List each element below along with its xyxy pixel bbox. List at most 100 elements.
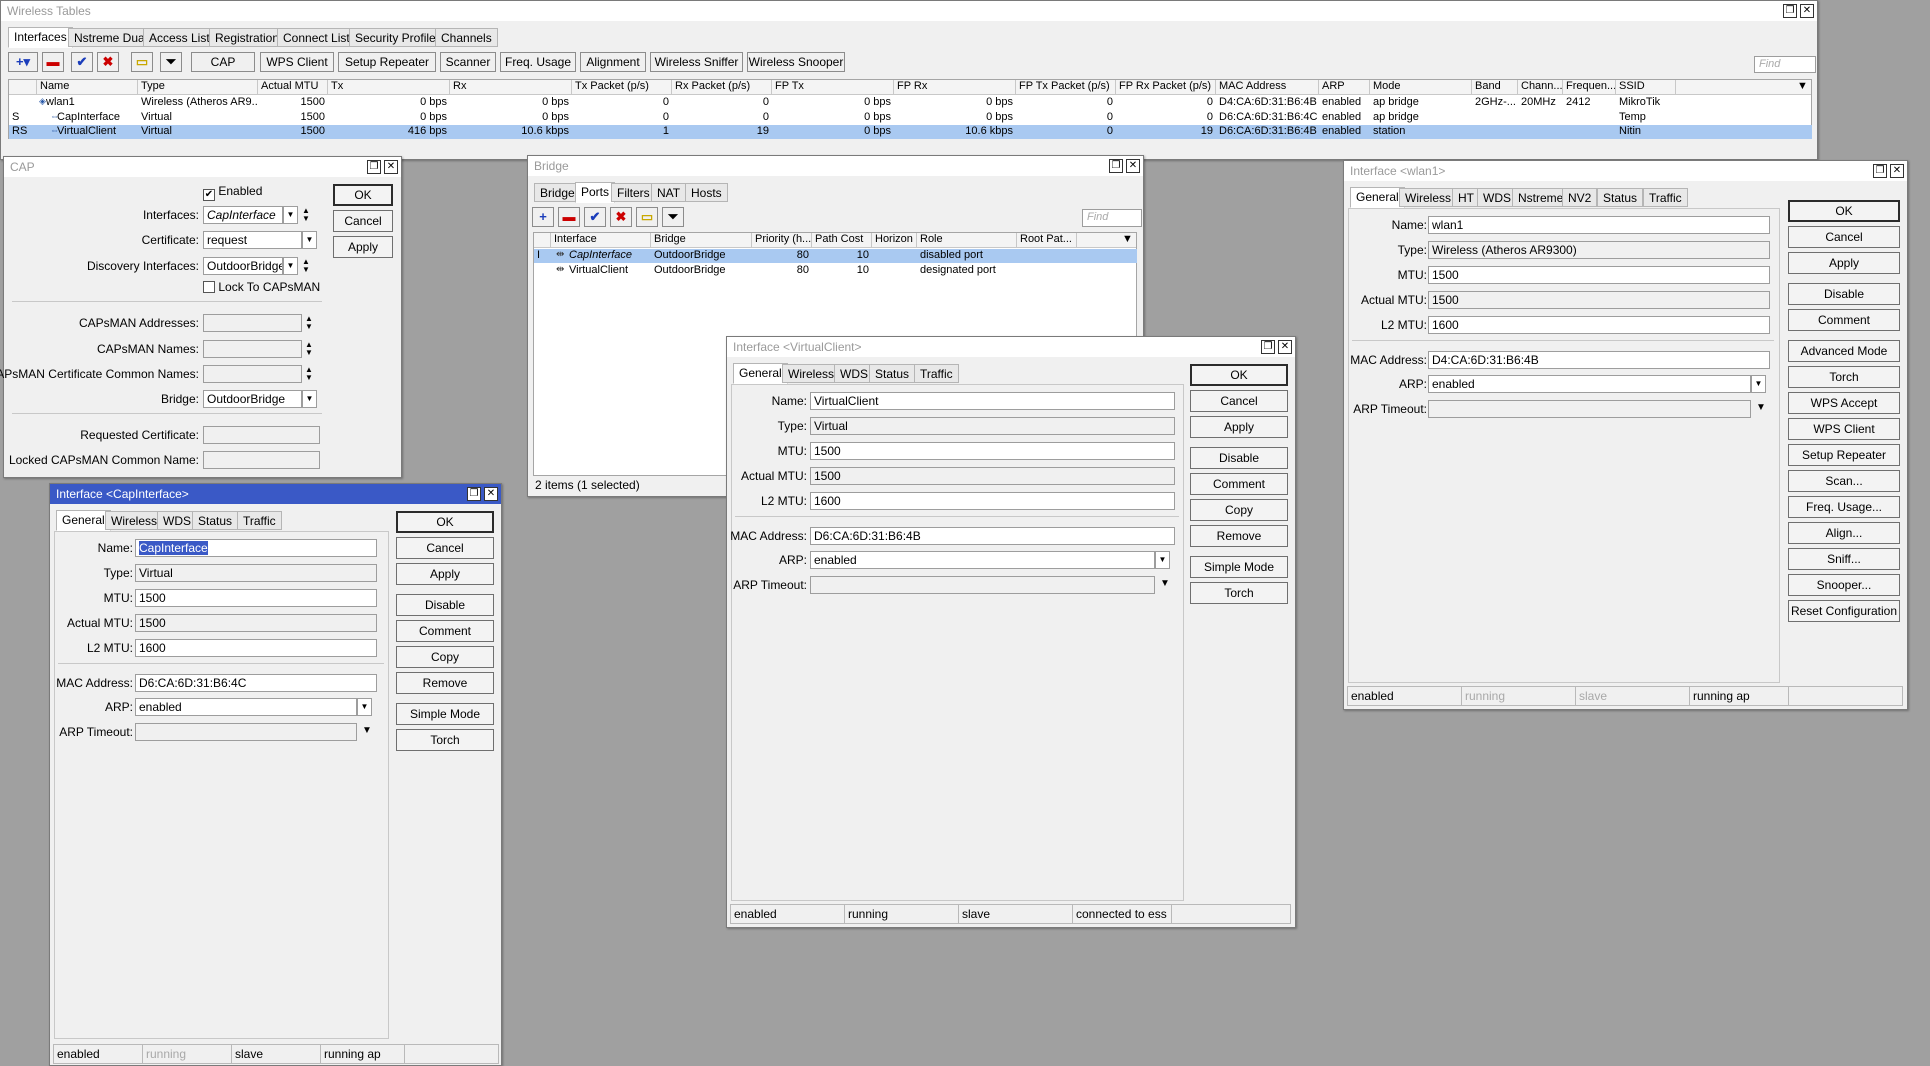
col-bridge[interactable]: Bridge [651, 233, 752, 247]
advanced-mode-button[interactable]: Advanced Mode [1788, 340, 1900, 362]
copy-button[interactable]: Copy [1190, 499, 1288, 521]
enabled-checkbox[interactable]: ✔ Enabled [203, 184, 262, 201]
remove-button[interactable]: Remove [1190, 525, 1288, 547]
dropdown-icon[interactable]: ▼ [302, 390, 317, 408]
mtu-field[interactable]: 1500 [1428, 266, 1770, 284]
updown-icon[interactable]: ▲ ▼ [302, 258, 310, 274]
freq-usage-button[interactable]: Freq. Usage... [1788, 496, 1900, 518]
restore-icon[interactable]: ❐ [1783, 4, 1797, 18]
interfaces-select[interactable]: CapInterface [203, 206, 283, 224]
col-name[interactable]: Name [37, 80, 138, 94]
torch-button[interactable]: Torch [1190, 582, 1288, 604]
add-icon[interactable]: + [532, 207, 554, 227]
table-row[interactable]: I CapInterface OutdoorBridge 80 10 disabled p… [534, 249, 1137, 263]
tab-traffic[interactable]: Traffic [237, 511, 282, 530]
tab-interfaces[interactable]: Interfaces [8, 27, 73, 48]
col-priority[interactable]: Priority (h... [752, 233, 812, 247]
tab-wds[interactable]: WDS [1477, 188, 1517, 207]
close-icon[interactable]: ✕ [1126, 159, 1140, 173]
wireless-snooper-button[interactable]: Wireless Snooper [747, 52, 845, 72]
discovery-interfaces-select[interactable]: OutdoorBridge [203, 257, 283, 275]
col-mode[interactable]: Mode [1370, 80, 1472, 94]
arp-select[interactable]: enabled [135, 698, 357, 716]
add-icon[interactable]: +▾ [8, 52, 38, 72]
arp-timeout-field[interactable] [810, 576, 1155, 594]
simple-mode-button[interactable]: Simple Mode [396, 703, 494, 725]
close-icon[interactable]: ✕ [1890, 164, 1904, 178]
disable-icon[interactable]: ✖ [610, 207, 632, 227]
dropdown-icon[interactable]: ▼ [302, 231, 317, 249]
col-actual-mtu[interactable]: Actual MTU [258, 80, 328, 94]
tab-access-list[interactable]: Access List [143, 28, 216, 47]
arp-timeout-field[interactable] [1428, 400, 1751, 418]
dropdown-icon[interactable]: ▼ [283, 206, 298, 224]
col-role[interactable]: Role [917, 233, 1017, 247]
tab-status[interactable]: Status [1597, 188, 1644, 207]
ok-button[interactable]: OK [396, 511, 494, 533]
capinterface-titlebar[interactable]: Interface <CapInterface> [50, 484, 501, 504]
apply-button[interactable]: Apply [396, 563, 494, 585]
restore-icon[interactable]: ❐ [1261, 340, 1275, 354]
find-input[interactable]: Find [1082, 209, 1142, 227]
tab-nv2[interactable]: NV2 [1562, 188, 1598, 207]
close-icon[interactable]: ✕ [484, 487, 498, 501]
comment-icon[interactable]: ▭ [131, 52, 153, 72]
cancel-button[interactable]: Cancel [1788, 226, 1900, 248]
setup-repeater-button[interactable]: Setup Repeater [1788, 444, 1900, 466]
simple-mode-button[interactable]: Simple Mode [1190, 556, 1288, 578]
alignment-button[interactable]: Alignment [580, 52, 646, 72]
wireless-sniffer-button[interactable]: Wireless Sniffer [650, 52, 743, 72]
col-horizon[interactable]: Horizon [872, 233, 917, 247]
l2-mtu-field[interactable]: 1600 [135, 639, 377, 657]
tab-ht[interactable]: HT [1452, 188, 1480, 207]
updown-icon[interactable]: ▲ ▼ [302, 207, 310, 223]
remove-icon[interactable]: ▬ [558, 207, 580, 227]
arp-select[interactable]: enabled [1428, 375, 1751, 393]
tab-nat[interactable]: NAT [651, 183, 687, 202]
freq-usage-button[interactable]: Freq. Usage [500, 52, 576, 72]
tab-wireless[interactable]: Wireless [1399, 188, 1458, 207]
arp-select[interactable]: enabled [810, 551, 1155, 569]
column-chooser-icon[interactable]: ▼ [1119, 233, 1137, 247]
col-fp-rx[interactable]: FP Rx [894, 80, 1016, 94]
tab-filters[interactable]: Filters [611, 183, 656, 202]
restore-icon[interactable]: ❐ [367, 160, 381, 174]
tab-general[interactable]: General [733, 363, 788, 384]
filter-icon[interactable]: ⏷ [160, 52, 182, 72]
col-frequency[interactable]: Frequen... [1563, 80, 1616, 94]
expand-icon[interactable]: ▼ [1160, 578, 1170, 589]
enable-icon[interactable]: ✔ [584, 207, 606, 227]
col-root-path[interactable]: Root Pat... [1017, 233, 1077, 247]
l2-mtu-field[interactable]: 1600 [810, 492, 1175, 510]
mac-address-field[interactable]: D6:CA:6D:31:B6:4B [810, 527, 1175, 545]
disable-button[interactable]: Disable [1190, 447, 1288, 469]
dropdown-icon[interactable]: ▼ [1751, 375, 1766, 393]
comment-icon[interactable]: ▭ [636, 207, 658, 227]
tab-status[interactable]: Status [869, 364, 916, 383]
disable-icon[interactable]: ✖ [97, 52, 119, 72]
tab-nstreme-dual[interactable]: Nstreme Dual [68, 28, 154, 47]
dropdown-icon[interactable]: ▼ [1155, 551, 1170, 569]
setup-repeater-button[interactable]: Setup Repeater [338, 52, 436, 72]
dropdown-icon[interactable]: ▼ [357, 698, 372, 716]
snooper-button[interactable]: Snooper... [1788, 574, 1900, 596]
tab-nstreme[interactable]: Nstreme [1512, 188, 1570, 207]
torch-button[interactable]: Torch [1788, 366, 1900, 388]
apply-button[interactable]: Apply [333, 236, 393, 258]
arp-timeout-field[interactable] [135, 723, 357, 741]
tab-connect-list[interactable]: Connect List [277, 28, 356, 47]
bridge-select[interactable]: OutdoorBridge [203, 390, 302, 408]
capsman-cert-names-field[interactable] [203, 365, 302, 383]
filter-icon[interactable]: ⏷ [662, 207, 684, 227]
torch-button[interactable]: Torch [396, 729, 494, 751]
remove-icon[interactable]: ▬ [42, 52, 64, 72]
name-field[interactable]: wlan1 [1428, 216, 1770, 234]
bridge-titlebar[interactable]: Bridge [528, 156, 1143, 176]
col-interface[interactable]: Interface [551, 233, 651, 247]
ok-button[interactable]: OK [1190, 364, 1288, 386]
close-icon[interactable]: ✕ [384, 160, 398, 174]
dropdown-icon[interactable]: ▼ [283, 257, 298, 275]
mtu-field[interactable]: 1500 [135, 589, 377, 607]
table-row[interactable]: VirtualClient OutdoorBridge 80 10 designated… [534, 264, 1137, 278]
remove-button[interactable]: Remove [396, 672, 494, 694]
